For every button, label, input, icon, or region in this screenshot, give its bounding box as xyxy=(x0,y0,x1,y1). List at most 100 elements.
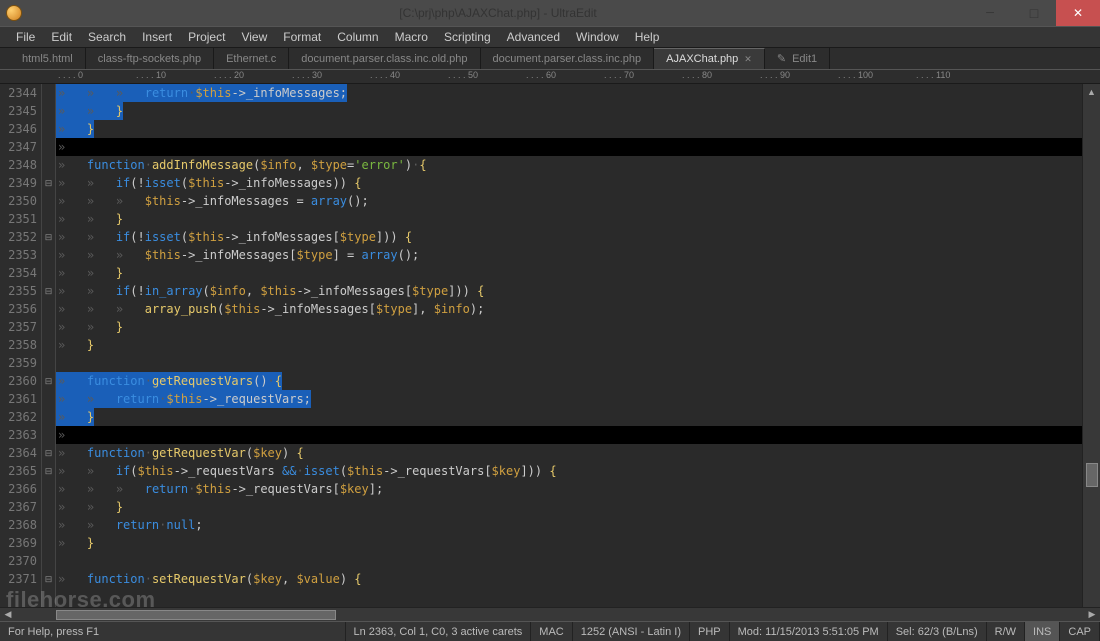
minimize-button[interactable] xyxy=(968,0,1012,26)
code-line[interactable]: » function·setRequestVar($key, $value) { xyxy=(56,570,1082,588)
menu-scripting[interactable]: Scripting xyxy=(436,27,499,47)
code-line[interactable]: » function·getRequestVar($key) { xyxy=(56,444,1082,462)
code-line[interactable]: » xyxy=(56,426,1082,444)
line-number[interactable]: 2368 xyxy=(0,516,37,534)
code-line[interactable]: » » » return·$this->_requestVars[$key]; xyxy=(56,480,1082,498)
code-line[interactable]: » } xyxy=(56,534,1082,552)
line-number[interactable]: 2365 xyxy=(0,462,37,480)
code-line[interactable]: » » } xyxy=(56,210,1082,228)
code-line[interactable]: » » return·$this->_requestVars; xyxy=(56,390,1082,408)
line-number[interactable]: 2367 xyxy=(0,498,37,516)
menu-search[interactable]: Search xyxy=(80,27,134,47)
line-number[interactable]: 2348 xyxy=(0,156,37,174)
fold-toggle-icon[interactable] xyxy=(42,444,55,462)
hscroll-thumb[interactable] xyxy=(56,610,336,620)
code-area[interactable]: » » » return·$this->_infoMessages;» » }»… xyxy=(56,84,1082,607)
menu-insert[interactable]: Insert xyxy=(134,27,180,47)
hscroll-track[interactable] xyxy=(16,608,1084,621)
code-line[interactable] xyxy=(56,354,1082,372)
line-number[interactable]: 2346 xyxy=(0,120,37,138)
vscroll-thumb[interactable] xyxy=(1086,463,1098,487)
scroll-left-icon[interactable]: ◀ xyxy=(0,609,16,620)
line-number[interactable]: 2354 xyxy=(0,264,37,282)
menu-window[interactable]: Window xyxy=(568,27,627,47)
horizontal-scrollbar[interactable]: ◀ ▶ xyxy=(0,607,1100,621)
fold-toggle-icon[interactable] xyxy=(42,228,55,246)
line-number[interactable]: 2350 xyxy=(0,192,37,210)
line-number[interactable]: 2351 xyxy=(0,210,37,228)
code-line[interactable]: » » » return·$this->_infoMessages; xyxy=(56,84,1082,102)
line-number[interactable]: 2361 xyxy=(0,390,37,408)
line-number[interactable]: 2369 xyxy=(0,534,37,552)
code-line[interactable]: » } xyxy=(56,336,1082,354)
line-number[interactable]: 2360 xyxy=(0,372,37,390)
line-number[interactable]: 2357 xyxy=(0,318,37,336)
line-number[interactable]: 2366 xyxy=(0,480,37,498)
code-line[interactable]: » » » $this->_infoMessages[$type] = arra… xyxy=(56,246,1082,264)
code-line[interactable]: » » return·null; xyxy=(56,516,1082,534)
line-number[interactable]: 2371 xyxy=(0,570,37,588)
fold-toggle-icon[interactable] xyxy=(42,462,55,480)
code-line[interactable]: » » if($this->_requestVars &&·isset($thi… xyxy=(56,462,1082,480)
status-lineending[interactable]: MAC xyxy=(531,622,572,641)
menu-file[interactable]: File xyxy=(8,27,43,47)
tab-ajaxchat-php[interactable]: AJAXChat.php xyxy=(654,48,765,69)
tab-html5-html[interactable]: html5.html xyxy=(10,48,86,69)
code-line[interactable]: » » } xyxy=(56,318,1082,336)
scroll-up-icon[interactable]: ▲ xyxy=(1083,84,1100,100)
line-number[interactable]: 2359 xyxy=(0,354,37,372)
vertical-scrollbar[interactable]: ▲ xyxy=(1082,84,1100,607)
line-number-gutter[interactable]: 2344234523462347234823492350235123522353… xyxy=(0,84,42,607)
code-line[interactable]: » function·getRequestVars()·{ xyxy=(56,372,1082,390)
code-line[interactable]: » } xyxy=(56,408,1082,426)
line-number[interactable]: 2355 xyxy=(0,282,37,300)
code-line[interactable]: » function·addInfoMessage($info, $type='… xyxy=(56,156,1082,174)
status-language[interactable]: PHP xyxy=(690,622,730,641)
line-number[interactable]: 2362 xyxy=(0,408,37,426)
line-number[interactable]: 2345 xyxy=(0,102,37,120)
code-line[interactable]: » » » array_push($this->_infoMessages[$t… xyxy=(56,300,1082,318)
line-number[interactable]: 2358 xyxy=(0,336,37,354)
close-tab-icon[interactable] xyxy=(744,54,752,65)
tab-ethernet-c[interactable]: Ethernet.c xyxy=(214,48,289,69)
code-line[interactable] xyxy=(56,552,1082,570)
code-line[interactable]: » » » $this->_infoMessages = array(); xyxy=(56,192,1082,210)
menu-column[interactable]: Column xyxy=(329,27,386,47)
code-line[interactable]: » » if(!in_array($info, $this->_infoMess… xyxy=(56,282,1082,300)
status-insertmode[interactable]: INS xyxy=(1025,622,1060,641)
status-encoding[interactable]: 1252 (ANSI - Latin I) xyxy=(573,622,690,641)
tab-document-parser-class-inc-old-php[interactable]: document.parser.class.inc.old.php xyxy=(289,48,480,69)
line-number[interactable]: 2352 xyxy=(0,228,37,246)
code-line[interactable]: » } xyxy=(56,120,1082,138)
line-number[interactable]: 2363 xyxy=(0,426,37,444)
menu-edit[interactable]: Edit xyxy=(43,27,80,47)
line-number[interactable]: 2364 xyxy=(0,444,37,462)
code-line[interactable]: » » } xyxy=(56,498,1082,516)
line-number[interactable]: 2349 xyxy=(0,174,37,192)
fold-toggle-icon[interactable] xyxy=(42,282,55,300)
menu-advanced[interactable]: Advanced xyxy=(499,27,568,47)
fold-toggle-icon[interactable] xyxy=(42,372,55,390)
code-line[interactable]: » xyxy=(56,138,1082,156)
menu-view[interactable]: View xyxy=(233,27,275,47)
close-button[interactable] xyxy=(1056,0,1100,26)
code-line[interactable]: » » } xyxy=(56,264,1082,282)
menu-project[interactable]: Project xyxy=(180,27,233,47)
code-line[interactable]: » » if(!isset($this->_infoMessages)) { xyxy=(56,174,1082,192)
menu-macro[interactable]: Macro xyxy=(387,27,436,47)
line-number[interactable]: 2344 xyxy=(0,84,37,102)
maximize-button[interactable] xyxy=(1012,0,1056,26)
line-number[interactable]: 2353 xyxy=(0,246,37,264)
menu-format[interactable]: Format xyxy=(275,27,329,47)
fold-toggle-icon[interactable] xyxy=(42,174,55,192)
tab-class-ftp-sockets-php[interactable]: class-ftp-sockets.php xyxy=(86,48,214,69)
fold-gutter[interactable] xyxy=(42,84,56,607)
fold-toggle-icon[interactable] xyxy=(42,570,55,588)
menu-help[interactable]: Help xyxy=(627,27,668,47)
scroll-right-icon[interactable]: ▶ xyxy=(1084,609,1100,620)
line-number[interactable]: 2347 xyxy=(0,138,37,156)
tab-document-parser-class-inc-php[interactable]: document.parser.class.inc.php xyxy=(481,48,655,69)
code-line[interactable]: » » } xyxy=(56,102,1082,120)
status-readwrite[interactable]: R/W xyxy=(987,622,1025,641)
line-number[interactable]: 2356 xyxy=(0,300,37,318)
